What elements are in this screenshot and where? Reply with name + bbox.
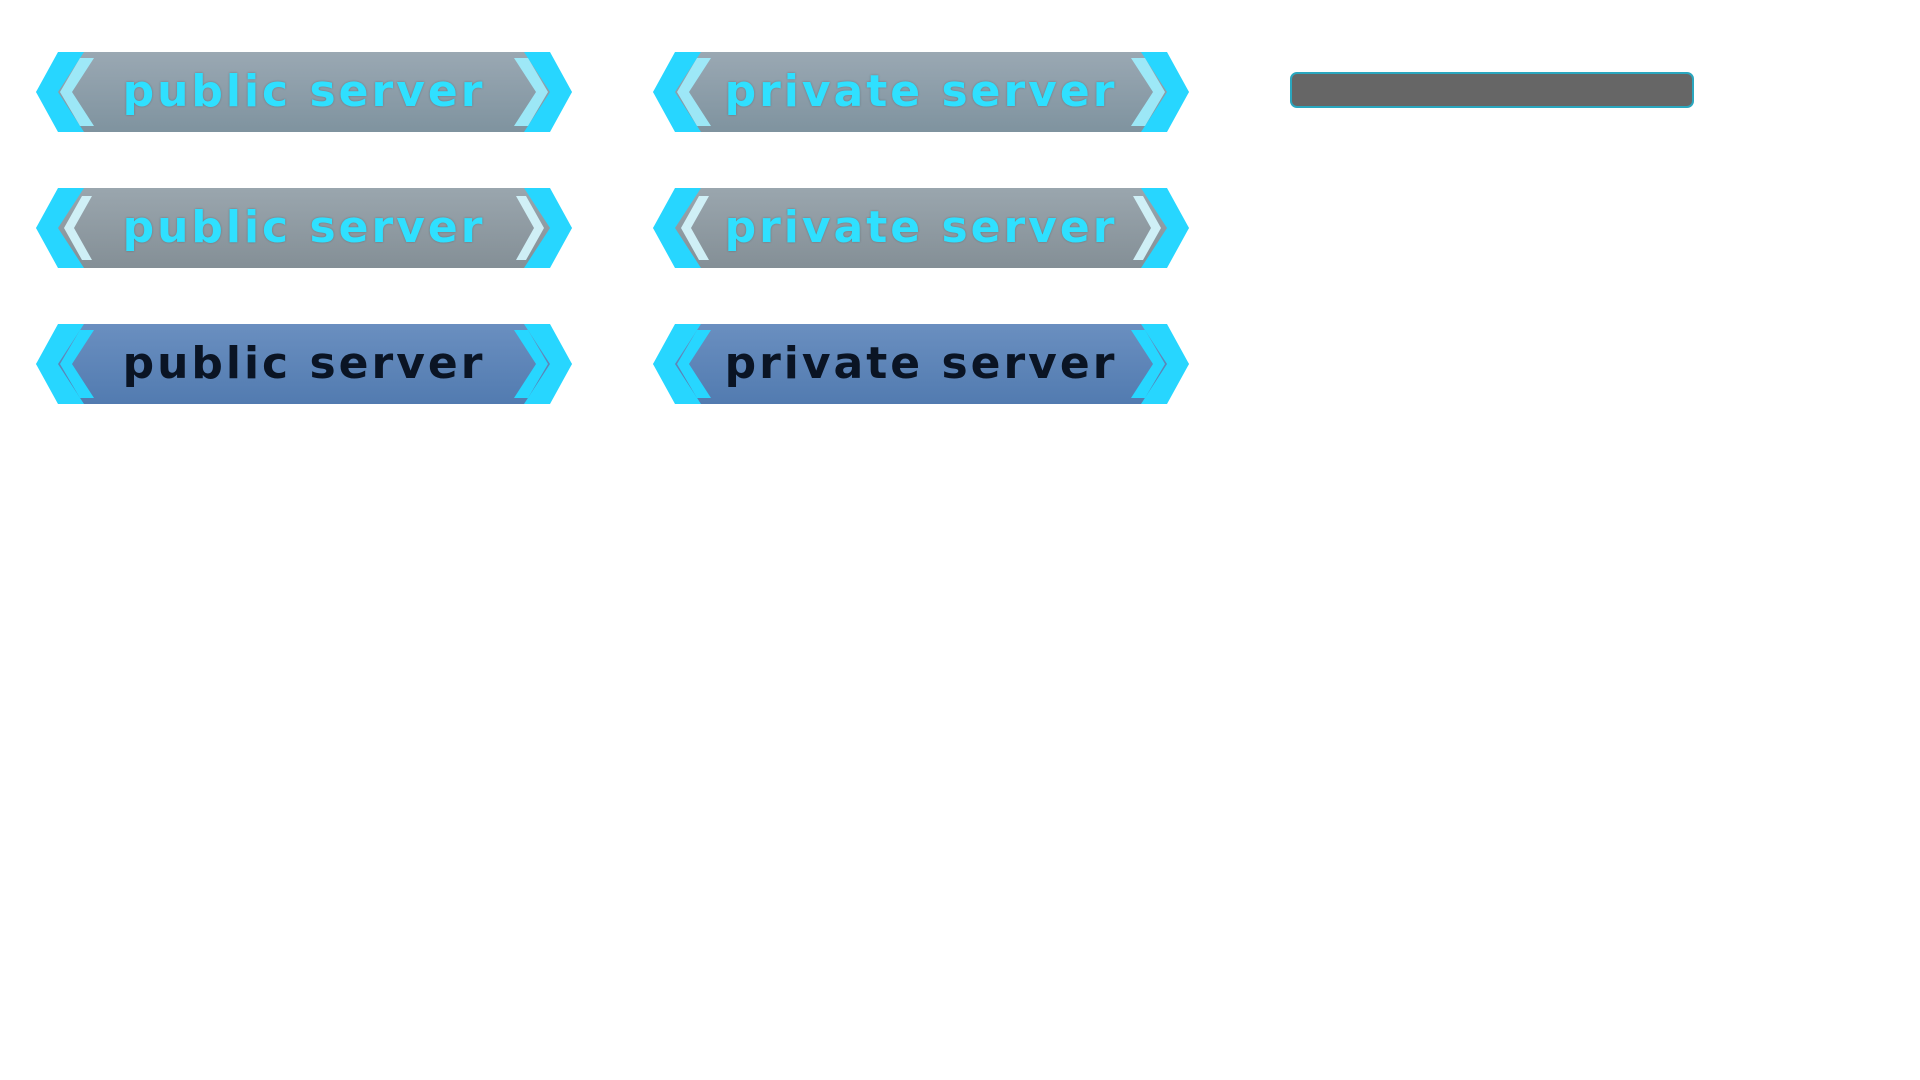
private-server-button-hover[interactable]: PRIVATE SERVER xyxy=(651,186,1191,270)
private-server-label: PRIVATE SERVER xyxy=(724,66,1118,117)
public-server-button-pressed[interactable]: PUBLIC SERVER xyxy=(34,322,574,406)
ui-sprite-sheet: PUBLIC SERVER PRIVATE SERVER xyxy=(0,0,1920,1080)
progress-bar xyxy=(1290,72,1694,108)
public-server-label: PUBLIC SERVER xyxy=(122,202,486,253)
public-server-label: PUBLIC SERVER xyxy=(122,66,486,117)
private-server-label: PRIVATE SERVER xyxy=(724,202,1118,253)
private-server-button-normal[interactable]: PRIVATE SERVER xyxy=(651,50,1191,134)
private-server-label: PRIVATE SERVER xyxy=(724,338,1118,389)
public-server-label: PUBLIC SERVER xyxy=(122,338,486,389)
public-server-button-normal[interactable]: PUBLIC SERVER xyxy=(34,50,574,134)
public-server-button-hover[interactable]: PUBLIC SERVER xyxy=(34,186,574,270)
private-server-button-pressed[interactable]: PRIVATE SERVER xyxy=(651,322,1191,406)
